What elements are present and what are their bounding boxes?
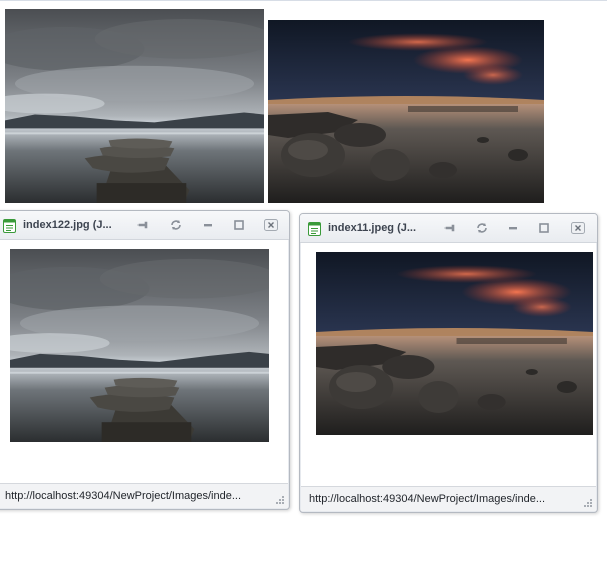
close-icon[interactable]	[264, 219, 278, 231]
resize-grip-icon[interactable]	[275, 495, 285, 505]
close-icon[interactable]	[571, 222, 585, 234]
maximize-icon[interactable]	[232, 219, 246, 231]
popup-titlebar[interactable]: index122.jpg (J...	[0, 211, 289, 240]
resize-grip-icon[interactable]	[583, 498, 593, 508]
refresh-icon[interactable]	[169, 219, 183, 231]
thumbnail-dock-lake[interactable]	[5, 9, 264, 203]
pin-icon[interactable]	[443, 222, 457, 234]
pin-icon[interactable]	[136, 219, 150, 231]
page-top-divider	[0, 0, 607, 1]
popup-image	[10, 249, 269, 442]
dock-lake-photo	[5, 9, 264, 203]
status-url: http://localhost:49304/NewProject/Images…	[309, 493, 546, 505]
image-popup-window-1[interactable]: index122.jpg (J... http://localhost:4930…	[0, 210, 290, 510]
popup-title: index11.jpeg (J...	[328, 222, 417, 234]
thumbnail-sunset-rocks[interactable]	[268, 20, 544, 203]
maximize-icon[interactable]	[537, 222, 551, 234]
minimize-icon[interactable]	[201, 219, 215, 231]
popup-statusbar: http://localhost:49304/NewProject/Images…	[301, 486, 596, 511]
popup-statusbar: http://localhost:49304/NewProject/Images…	[0, 483, 288, 508]
image-popup-window-2[interactable]: index11.jpeg (J... http://localhost:4930…	[299, 213, 598, 513]
sunset-rocks-photo	[268, 20, 544, 203]
status-url: http://localhost:49304/NewProject/Images…	[5, 490, 242, 502]
popup-image	[316, 252, 593, 435]
document-window-icon	[308, 222, 321, 236]
sunset-rocks-photo	[316, 252, 593, 435]
document-window-icon	[3, 219, 16, 233]
refresh-icon[interactable]	[475, 222, 489, 234]
dock-lake-photo	[10, 249, 269, 442]
popup-titlebar[interactable]: index11.jpeg (J...	[300, 214, 597, 243]
minimize-icon[interactable]	[506, 222, 520, 234]
popup-title: index122.jpg (J...	[23, 219, 112, 231]
